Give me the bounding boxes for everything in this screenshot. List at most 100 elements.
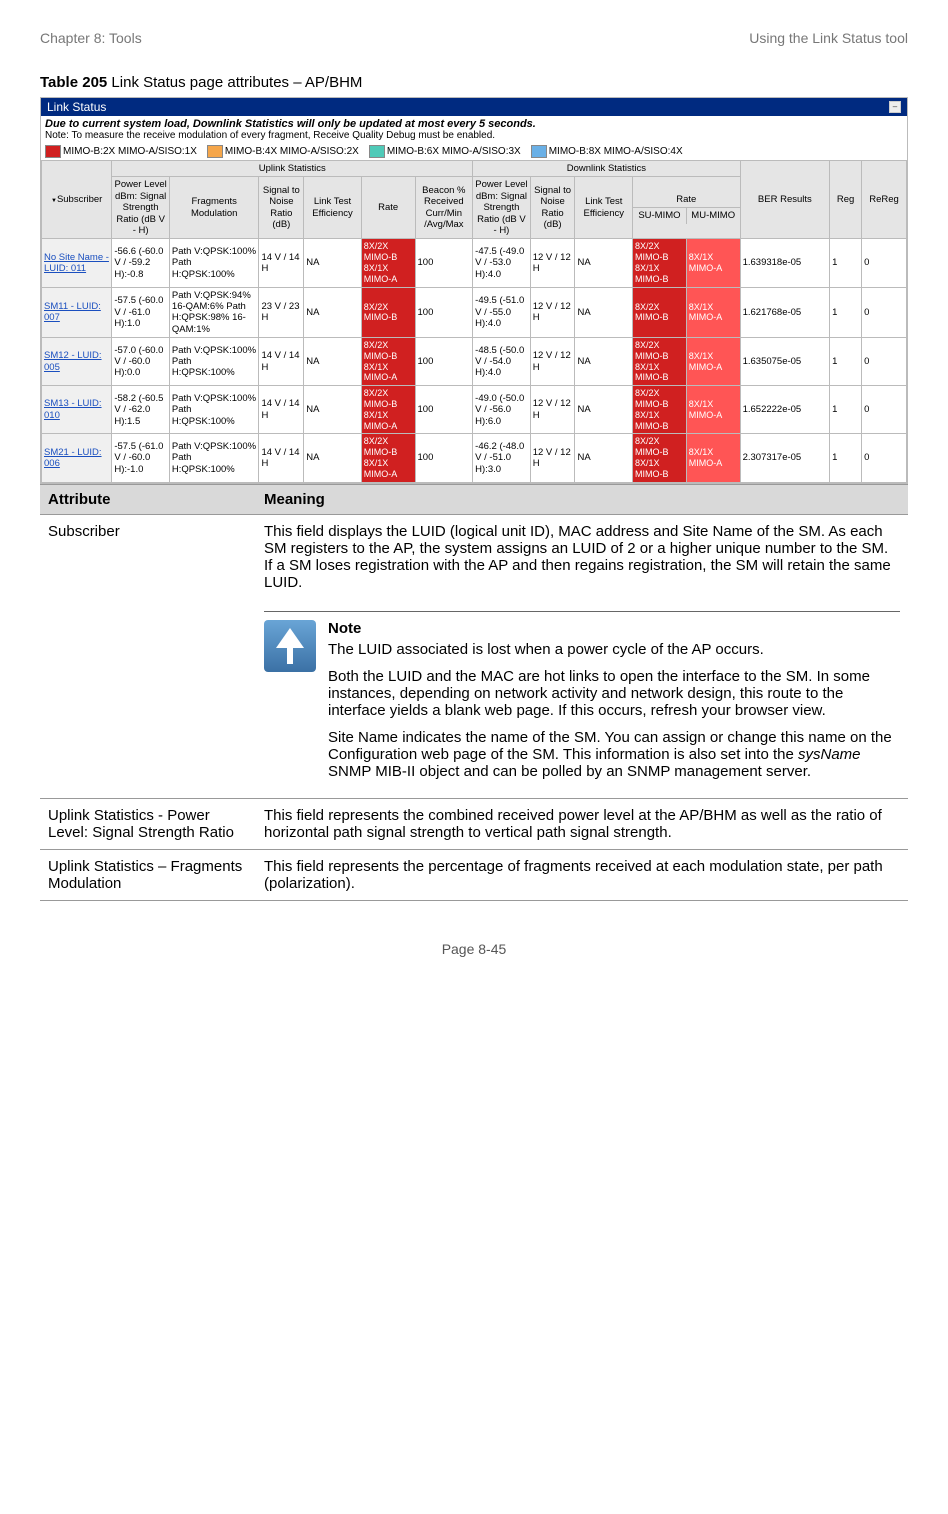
note-paragraph: Site Name indicates the name of the SM. … <box>328 729 900 780</box>
cell-ul-power: -57.0 (-60.0 V / -60.0 H):0.0 <box>112 338 170 386</box>
cell-rereg: 0 <box>862 386 907 434</box>
cell-ber: 1.635075e-05 <box>740 338 830 386</box>
cell-rereg: 0 <box>862 434 907 482</box>
subscriber-link[interactable]: No Site Name - LUID: 011 <box>44 252 109 274</box>
cell-dl-snr: 12 V / 12 H <box>530 434 575 482</box>
col-ul-rate: Rate <box>361 177 415 239</box>
cell-reg: 1 <box>830 338 862 386</box>
cell-ul-snr: 14 V / 14 H <box>259 239 304 287</box>
cell-dl-rate-su: 8X/2X MIMO-B 8X/1X MIMO-B <box>633 239 687 287</box>
cell-reg: 1 <box>830 386 862 434</box>
cell-ul-snr: 23 V / 23 H <box>259 287 304 338</box>
legend-swatch <box>531 145 547 158</box>
cell-ul-lte: NA <box>304 338 362 386</box>
note-icon <box>264 620 316 672</box>
note-block: Note The LUID associated is lost when a … <box>264 611 900 790</box>
cell-ul-lte: NA <box>304 239 362 287</box>
subscriber-link[interactable]: SM13 - LUID: 010 <box>44 398 102 420</box>
cell-ul-frag: Path V:QPSK:100% Path H:QPSK:100% <box>169 434 259 482</box>
attributes-table: Attribute Meaning Subscriber This field … <box>40 484 908 901</box>
modulation-legend: MIMO-B:2X MIMO-A/SISO:1X MIMO-B:4X MIMO-… <box>41 143 907 160</box>
attrs-header-attribute: Attribute <box>40 484 256 514</box>
cell-dl-rate-mu: 8X/1X MIMO-A <box>686 338 740 386</box>
cell-dl-snr: 12 V / 12 H <box>530 338 575 386</box>
cell-dl-rate-mu: 8X/1X MIMO-A <box>686 239 740 287</box>
cell-dl-power: -48.5 (-50.0 V / -54.0 H):4.0 <box>473 338 531 386</box>
legend-label: MIMO-B:8X MIMO-A/SISO:4X <box>549 146 683 157</box>
legend-swatch <box>369 145 385 158</box>
col-ul-beacon: Beacon % Received Curr/Min /Avg/Max <box>415 177 473 239</box>
col-subscriber[interactable]: ▼Subscriber <box>42 161 112 239</box>
cell-ul-rate: 8X/2X MIMO-B 8X/1X MIMO-A <box>361 434 415 482</box>
table-row: No Site Name - LUID: 011-56.6 (-60.0 V /… <box>42 239 907 287</box>
cell-ul-snr: 14 V / 14 H <box>259 386 304 434</box>
attr-name: Uplink Statistics - Power Level: Signal … <box>40 798 256 849</box>
cell-dl-power: -47.5 (-49.0 V / -53.0 H):4.0 <box>473 239 531 287</box>
cell-dl-rate-su: 8X/2X MIMO-B <box>633 287 687 338</box>
cell-ul-frag: Path V:QPSK:100% Path H:QPSK:100% <box>169 338 259 386</box>
cell-reg: 1 <box>830 287 862 338</box>
col-ul-power: Power Level dBm: Signal Strength Ratio (… <box>112 177 170 239</box>
cell-ul-lte: NA <box>304 386 362 434</box>
cell-rereg: 0 <box>862 338 907 386</box>
col-dl-rate: Rate SU-MIMO MU-MIMO <box>633 177 741 239</box>
cell-dl-lte: NA <box>575 287 633 338</box>
cell-ul-rate: 8X/2X MIMO-B 8X/1X MIMO-A <box>361 386 415 434</box>
cell-dl-power: -49.5 (-51.0 V / -55.0 H):4.0 <box>473 287 531 338</box>
link-status-panel: Link Status – Due to current system load… <box>40 97 908 484</box>
cell-ul-power: -58.2 (-60.5 V / -62.0 H):1.5 <box>112 386 170 434</box>
cell-ul-lte: NA <box>304 434 362 482</box>
attr-text: This field displays the LUID (logical un… <box>264 523 900 591</box>
legend-label: MIMO-B:6X MIMO-A/SISO:3X <box>387 146 521 157</box>
cell-ul-beacon: 100 <box>415 239 473 287</box>
cell-reg: 1 <box>830 239 862 287</box>
cell-ul-power: -57.5 (-61.0 V / -60.0 H):-1.0 <box>112 434 170 482</box>
cell-ber: 1.621768e-05 <box>740 287 830 338</box>
header-section: Using the Link Status tool <box>749 30 908 46</box>
col-dl-snr: Signal to Noise Ratio (dB) <box>530 177 575 239</box>
cell-ul-rate: 8X/2X MIMO-B 8X/1X MIMO-A <box>361 338 415 386</box>
cell-ul-lte: NA <box>304 287 362 338</box>
cell-dl-lte: NA <box>575 386 633 434</box>
cell-rereg: 0 <box>862 239 907 287</box>
panel-collapse-icon[interactable]: – <box>889 101 901 113</box>
col-ul-snr: Signal to Noise Ratio (dB) <box>259 177 304 239</box>
subscriber-link[interactable]: SM21 - LUID: 006 <box>44 447 102 469</box>
table-row: SM11 - LUID: 007 -57.5 (-60.0 V / -61.0 H… <box>42 287 907 338</box>
cell-ul-power: -57.5 (-60.0 V / -61.0 H):1.0 <box>112 287 170 338</box>
sysname-term: sysName <box>798 746 861 763</box>
cell-ul-beacon: 100 <box>415 338 473 386</box>
col-reg: Reg <box>830 161 862 239</box>
legend-swatch <box>207 145 223 158</box>
cell-ul-beacon: 100 <box>415 287 473 338</box>
caption-number: Table 205 <box>40 74 107 91</box>
cell-ul-frag: Path V:QPSK:100% Path H:QPSK:100% <box>169 386 259 434</box>
header-chapter: Chapter 8: Tools <box>40 30 142 46</box>
cell-dl-rate-mu: 8X/1X MIMO-A <box>686 386 740 434</box>
note-paragraph: The LUID associated is lost when a power… <box>328 641 900 658</box>
cell-ul-beacon: 100 <box>415 386 473 434</box>
cell-ul-rate: 8X/2X MIMO-B 8X/1X MIMO-A <box>361 239 415 287</box>
cell-ul-snr: 14 V / 14 H <box>259 338 304 386</box>
col-rereg: ReReg <box>862 161 907 239</box>
cell-ul-power: -56.6 (-60.0 V / -59.2 H):-0.8 <box>112 239 170 287</box>
col-dl-lte: Link Test Efficiency <box>575 177 633 239</box>
cell-dl-rate-mu: 8X/1X MIMO-A <box>686 434 740 482</box>
cell-dl-rate-mu: 8X/1X MIMO-A <box>686 287 740 338</box>
note-title: Note <box>328 620 900 637</box>
cell-dl-lte: NA <box>575 338 633 386</box>
group-uplink: Uplink Statistics <box>112 161 473 177</box>
col-ul-lte: Link Test Efficiency <box>304 177 362 239</box>
col-ul-frag: Fragments Modulation <box>169 177 259 239</box>
subscriber-link[interactable]: SM11 - LUID: 007 <box>44 301 101 323</box>
attr-name: Uplink Statistics – Fragments Modulation <box>40 849 256 900</box>
col-ber: BER Results <box>740 161 830 239</box>
note-paragraph: Both the LUID and the MAC are hot links … <box>328 668 900 719</box>
cell-dl-power: -49.0 (-50.0 V / -56.0 H):6.0 <box>473 386 531 434</box>
cell-dl-snr: 12 V / 12 H <box>530 386 575 434</box>
link-status-table: ▼Subscriber Uplink Statistics Downlink S… <box>41 160 907 483</box>
table-row: SM13 - LUID: 010 -58.2 (-60.5 V / -62.0 H… <box>42 386 907 434</box>
subscriber-link[interactable]: SM12 - LUID: 005 <box>44 350 102 372</box>
cell-ber: 2.307317e-05 <box>740 434 830 482</box>
cell-ul-frag: Path V:QPSK:94% 16-QAM:6% Path H:QPSK:98… <box>169 287 259 338</box>
